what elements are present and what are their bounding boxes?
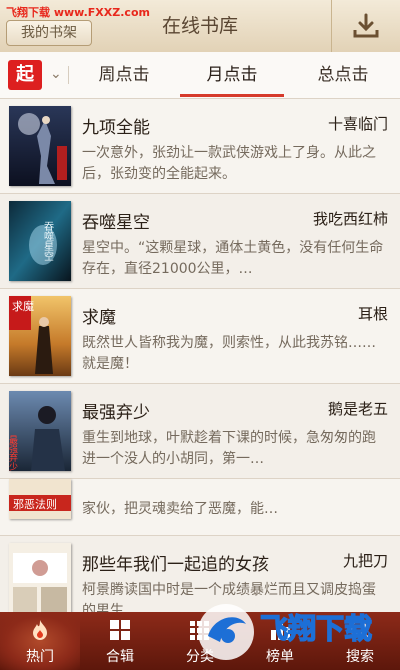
- nav-collections[interactable]: 合辑: [80, 612, 160, 670]
- book-description: 一次意外，张劲让一款武侠游戏上了身。从此之后，张劲变的全能起来。: [82, 145, 376, 182]
- book-title: 吞噬星空: [82, 213, 150, 233]
- divider: [68, 66, 69, 84]
- book-title: 那些年我们一起追的女孩: [82, 555, 269, 575]
- svg-text:求魔: 求魔: [12, 299, 34, 313]
- download-icon: [353, 13, 379, 38]
- book-cover: 邪恶法则: [9, 479, 71, 519]
- nav-categories[interactable]: 分类: [160, 612, 240, 670]
- nav-hot[interactable]: 热门: [0, 612, 80, 670]
- book-author: 耳根: [357, 305, 388, 323]
- book-row[interactable]: 九项全能 十喜临门 一次意外，张劲让一款武侠游戏上了身。从此之后，张劲变的全能起…: [0, 99, 400, 194]
- flame-icon: [33, 620, 47, 640]
- tab-weekly-clicks[interactable]: 周点击: [70, 52, 178, 98]
- category-icon: [190, 621, 209, 640]
- search-icon: [349, 619, 372, 642]
- book-list[interactable]: 九项全能 十喜临门 一次意外，张劲让一款武侠游戏上了身。从此之后，张劲变的全能起…: [0, 99, 400, 612]
- qidian-badge[interactable]: 起: [8, 60, 42, 90]
- svg-text:最强弃少: 最强弃少: [9, 435, 18, 471]
- tab-monthly-clicks[interactable]: 月点击: [180, 52, 284, 98]
- svg-text:吞噬星空: 吞噬星空: [42, 221, 54, 261]
- book-description: 柯景腾读国中时是一个成绩暴烂而且又调皮捣蛋的男生…: [82, 582, 376, 612]
- nav-rankings[interactable]: 榜单: [240, 612, 320, 670]
- tab-total-clicks[interactable]: 总点击: [286, 52, 400, 98]
- chevron-down-icon[interactable]: ⌄: [50, 66, 62, 82]
- book-row[interactable]: 求魔 求魔 耳根 既然世人皆称我为魔，则索性，从此我苏铭……就是魔！: [0, 289, 400, 384]
- book-description: 重生到地球，叶默趁着下课的时候，急匆匆的跑进一个没人的小胡同，第一…: [82, 430, 376, 467]
- nav-label: 搜索: [346, 649, 374, 665]
- book-cover: 吞噬星空: [9, 201, 71, 281]
- book-cover: [9, 106, 71, 186]
- book-cover: [9, 543, 71, 612]
- book-author: 鹅是老五: [327, 400, 388, 418]
- svg-text:邪恶法则: 邪恶法则: [13, 497, 57, 511]
- nav-search[interactable]: 搜索: [320, 612, 400, 670]
- book-author: 我吃西红柿: [312, 210, 388, 228]
- app-header: 飞翔下载 www.FXXZ.com 我的书架 在线书库: [0, 0, 400, 53]
- nav-label: 合辑: [106, 649, 134, 665]
- book-description: 星空中。“这颗星球，通体土黄色，没有任何生命存在，直径21000公里，…: [82, 240, 384, 277]
- nav-label: 榜单: [266, 649, 294, 665]
- download-button[interactable]: [331, 0, 400, 52]
- ranking-icon: [271, 624, 290, 640]
- ranking-tabs: 起 ⌄ 周点击 月点击 总点击: [0, 52, 400, 99]
- book-author: 九把刀: [342, 552, 388, 570]
- book-description: 家伙，把灵魂卖给了恶魔，能…: [82, 501, 278, 517]
- book-cover: 求魔: [9, 296, 71, 376]
- book-title: 最强弃少: [82, 403, 150, 423]
- book-row[interactable]: 那些年我们一起追的女孩 九把刀 柯景腾读国中时是一个成绩暴烂而且又调皮捣蛋的男生…: [0, 536, 400, 612]
- book-row[interactable]: 最强弃少 最强弃少 鹅是老五 重生到地球，叶默趁着下课的时候，急匆匆的跑进一个没…: [0, 384, 400, 479]
- book-description: 既然世人皆称我为魔，则索性，从此我苏铭……就是魔！: [82, 335, 376, 372]
- nav-label: 热门: [26, 649, 54, 665]
- book-row[interactable]: 邪恶法则 家伙，把灵魂卖给了恶魔，能…: [0, 479, 400, 536]
- book-cover: 最强弃少: [9, 391, 71, 471]
- bottom-nav: 热门 合辑 分类 榜单 搜索: [0, 612, 400, 670]
- book-title: 求魔: [82, 308, 116, 328]
- grid-icon: [110, 620, 130, 640]
- book-row[interactable]: 吞噬星空 吞噬星空 我吃西红柿 星空中。“这颗星球，通体土黄色，没有任何生命存在…: [0, 194, 400, 289]
- book-author: 十喜临门: [327, 115, 388, 133]
- nav-label: 分类: [186, 649, 214, 665]
- book-title: 九项全能: [82, 118, 150, 138]
- active-tab-indicator: [180, 94, 284, 97]
